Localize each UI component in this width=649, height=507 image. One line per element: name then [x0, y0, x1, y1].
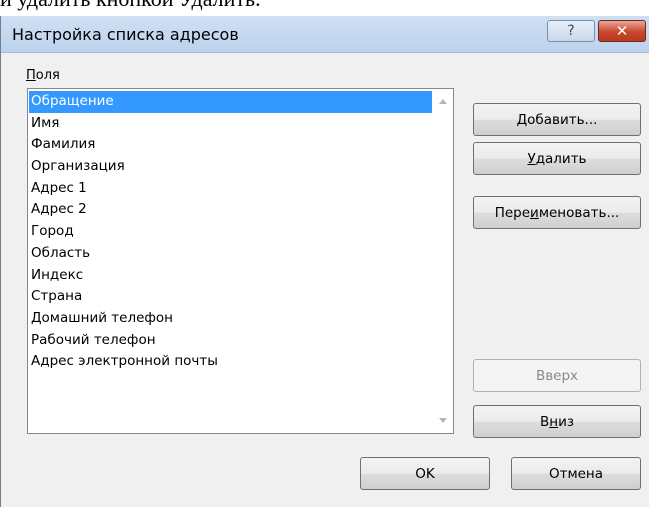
- fields-list: Обращение Имя Фамилия Организация Адрес 1 Адр…: [29, 91, 432, 373]
- close-icon: ✕: [615, 22, 629, 40]
- list-item[interactable]: Страна: [29, 286, 432, 308]
- list-item[interactable]: Фамилия: [29, 134, 432, 156]
- scroll-up-arrow-icon[interactable]: [439, 99, 447, 104]
- add-button[interactable]: Добавить...: [473, 103, 641, 136]
- list-item[interactable]: Домашний телефон: [29, 308, 432, 330]
- list-item[interactable]: Организация: [29, 156, 432, 178]
- list-item[interactable]: Адрес 1: [29, 178, 432, 200]
- cancel-button[interactable]: Отмена: [511, 457, 641, 490]
- listbox-scrollbar[interactable]: [433, 89, 453, 433]
- delete-button[interactable]: Удалить: [473, 142, 641, 175]
- fields-listbox[interactable]: Обращение Имя Фамилия Организация Адрес 1 Адр…: [27, 88, 454, 434]
- close-button[interactable]: ✕: [598, 20, 646, 42]
- title-bar: Настройка списка адресов ? ✕: [1, 16, 649, 53]
- list-item[interactable]: Имя: [29, 113, 432, 135]
- list-item[interactable]: Адрес электронной почты: [29, 351, 432, 373]
- scroll-down-arrow-icon[interactable]: [439, 418, 447, 423]
- rename-button[interactable]: Пере и меновать...: [473, 196, 641, 229]
- list-item[interactable]: Город: [29, 221, 432, 243]
- address-list-dialog: Настройка списка адресов ? ✕ Поля Обраще…: [0, 16, 649, 507]
- ok-button[interactable]: OK: [360, 457, 490, 490]
- list-item[interactable]: Обращение: [29, 91, 432, 113]
- list-item[interactable]: Рабочий телефон: [29, 330, 432, 352]
- list-item[interactable]: Область: [29, 243, 432, 265]
- dialog-title: Настройка списка адресов: [12, 25, 239, 44]
- move-up-button: Вверх: [473, 359, 641, 392]
- move-down-button[interactable]: Вн из: [473, 405, 641, 438]
- fields-label: Поля: [26, 68, 60, 83]
- help-icon: ?: [567, 23, 575, 39]
- list-item[interactable]: Индекс: [29, 265, 432, 287]
- list-item[interactable]: Адрес 2: [29, 199, 432, 221]
- help-button[interactable]: ?: [547, 20, 595, 42]
- document-text-fragment: и удалить кнопкой Удалить.: [0, 0, 649, 16]
